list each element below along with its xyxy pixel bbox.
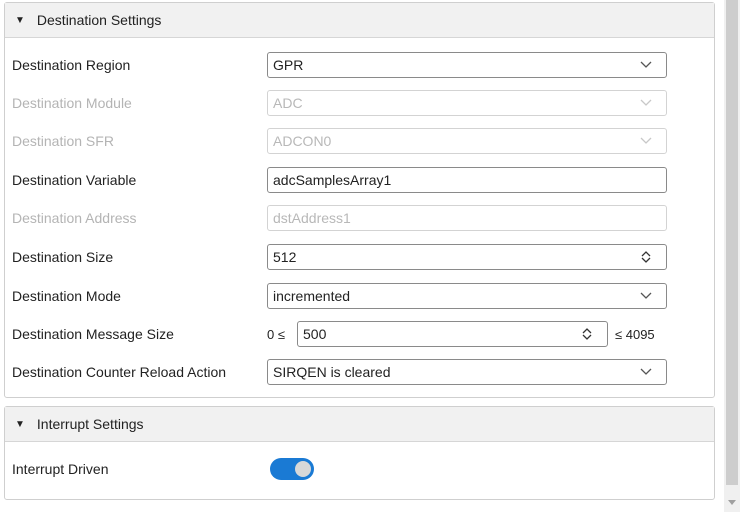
chevron-down-icon (626, 368, 666, 376)
destination-message-size-spinner[interactable]: 500 (297, 321, 608, 347)
interrupt-settings-header[interactable]: ▼ Interrupt Settings (5, 407, 714, 442)
interrupt-driven-row: Interrupt Driven (5, 455, 714, 483)
destination-address-value: dstAddress1 (273, 210, 351, 226)
destination-address-label: Destination Address (12, 210, 137, 226)
destination-mode-select[interactable]: incremented (267, 283, 667, 309)
destination-region-label: Destination Region (12, 57, 131, 73)
spinner-arrows-icon[interactable] (626, 250, 666, 264)
chevron-down-icon (626, 137, 666, 145)
destination-mode-value: incremented (273, 288, 351, 304)
destination-module-select: ADC (267, 90, 667, 116)
destination-region-value: GPR (273, 57, 304, 73)
destination-sfr-label: Destination SFR (12, 133, 114, 149)
scrollbar-thumb[interactable] (726, 0, 738, 485)
destination-variable-input[interactable]: adcSamplesArray1 (267, 167, 667, 193)
vertical-scrollbar[interactable] (724, 0, 740, 512)
destination-region-row: Destination Region GPR (5, 51, 714, 79)
destination-reload-select[interactable]: SIRQEN is cleared (267, 359, 667, 385)
destination-sfr-value: ADCON0 (273, 133, 332, 149)
destination-message-size-value: 500 (303, 326, 327, 342)
scroll-down-arrow-icon[interactable] (724, 494, 740, 510)
destination-region-select[interactable]: GPR (267, 52, 667, 78)
destination-address-row: Destination Address dstAddress1 (5, 204, 714, 232)
destination-sfr-select: ADCON0 (267, 128, 667, 154)
destination-mode-row: Destination Mode incremented (5, 282, 714, 310)
destination-size-row: Destination Size 512 (5, 243, 714, 271)
destination-variable-value: adcSamplesArray1 (273, 172, 392, 188)
destination-settings-panel: ▼ Destination Settings Destination Regio… (4, 2, 715, 398)
destination-module-label: Destination Module (12, 95, 132, 111)
destination-variable-label: Destination Variable (12, 172, 137, 188)
destination-reload-row: Destination Counter Reload Action SIRQEN… (5, 358, 714, 386)
chevron-down-icon (626, 292, 666, 300)
destination-size-label: Destination Size (12, 249, 114, 265)
spinner-arrows-icon[interactable] (567, 327, 607, 341)
destination-module-row: Destination Module ADC (5, 89, 714, 117)
destination-mode-label: Destination Mode (12, 288, 121, 304)
destination-module-value: ADC (273, 95, 303, 111)
message-size-min-text: 0 ≤ (267, 326, 285, 342)
collapse-caret-icon[interactable]: ▼ (15, 419, 25, 430)
destination-size-spinner[interactable]: 512 (267, 244, 667, 270)
chevron-down-icon (626, 99, 666, 107)
destination-address-input: dstAddress1 (267, 205, 667, 231)
destination-reload-value: SIRQEN is cleared (273, 364, 391, 380)
destination-settings-header[interactable]: ▼ Destination Settings (5, 3, 714, 38)
collapse-caret-icon[interactable]: ▼ (15, 15, 25, 26)
destination-size-value: 512 (273, 249, 297, 265)
chevron-down-icon (626, 61, 666, 69)
interrupt-driven-toggle[interactable] (270, 458, 314, 480)
destination-settings-title: Destination Settings (36, 12, 162, 28)
interrupt-settings-panel: ▼ Interrupt Settings Interrupt Driven (4, 406, 715, 500)
interrupt-settings-title: Interrupt Settings (36, 416, 144, 432)
destination-sfr-row: Destination SFR ADCON0 (5, 127, 714, 155)
message-size-max-text: ≤ 4095 (615, 326, 655, 342)
destination-variable-row: Destination Variable adcSamplesArray1 (5, 166, 714, 194)
destination-reload-label: Destination Counter Reload Action (12, 364, 227, 380)
destination-message-size-row: Destination Message Size 0 ≤ 500 ≤ 4095 (5, 320, 714, 348)
destination-message-size-label: Destination Message Size (12, 326, 174, 342)
toggle-knob (295, 461, 311, 477)
interrupt-driven-label: Interrupt Driven (12, 461, 109, 477)
